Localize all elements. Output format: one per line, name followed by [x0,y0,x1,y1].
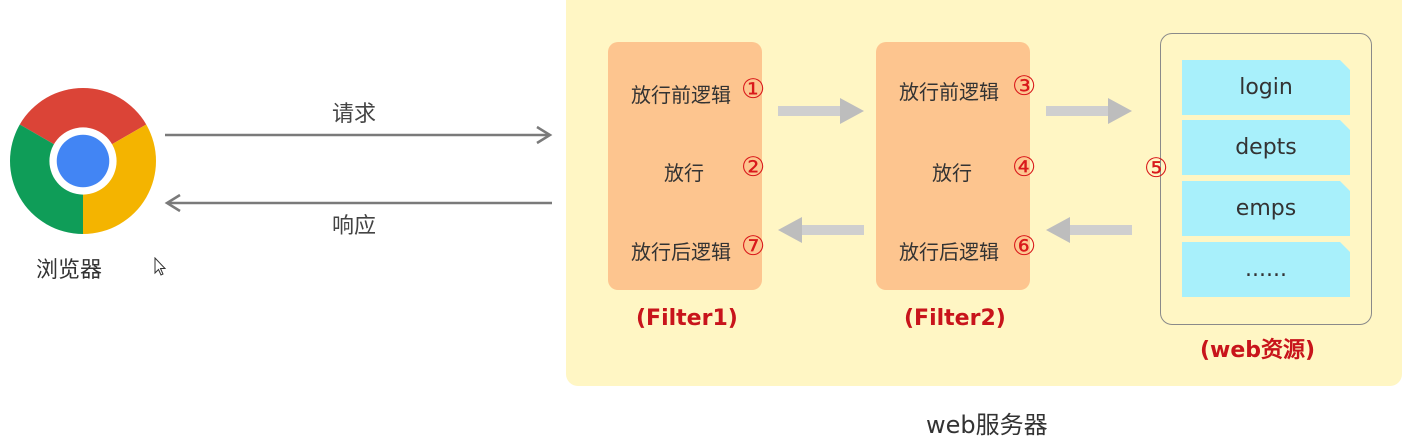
resource-login: login [1182,60,1350,115]
step-number: ⑤ [1144,153,1169,184]
resource-depts: depts [1182,120,1350,175]
response-arrow [164,193,552,213]
step-number: ④ [1012,152,1037,183]
filter1-after-text: 放行后逻辑 [631,240,731,264]
step-number: ⑥ [1012,231,1037,262]
step-number: ② [741,152,766,183]
forward-arrow [1046,98,1132,124]
web-server-label: web服务器 [926,411,1048,439]
filter1-before-text: 放行前逻辑 [631,83,731,107]
backward-arrow [1046,217,1132,243]
filter2-after-text: 放行后逻辑 [899,240,999,264]
request-arrow [165,125,553,145]
filter2-before-text: 放行前逻辑 [899,80,999,104]
chrome-icon [10,88,156,234]
filter2-label: (Filter2) [904,306,1006,331]
step-number: ③ [1012,71,1037,102]
filter2-pass-text: 放行 [932,161,972,185]
step-number: ⑦ [741,231,766,262]
cursor-icon [154,257,167,276]
forward-arrow [778,98,864,124]
filter1-pass-text: 放行 [664,161,704,185]
browser-label: 浏览器 [36,258,103,283]
backward-arrow [778,217,864,243]
resource-emps: emps [1182,181,1350,236]
filter1-label: (Filter1) [636,306,738,331]
resource-more: ...... [1182,242,1350,297]
step-number: ① [741,74,766,105]
web-resources-label: (web资源) [1200,338,1316,363]
